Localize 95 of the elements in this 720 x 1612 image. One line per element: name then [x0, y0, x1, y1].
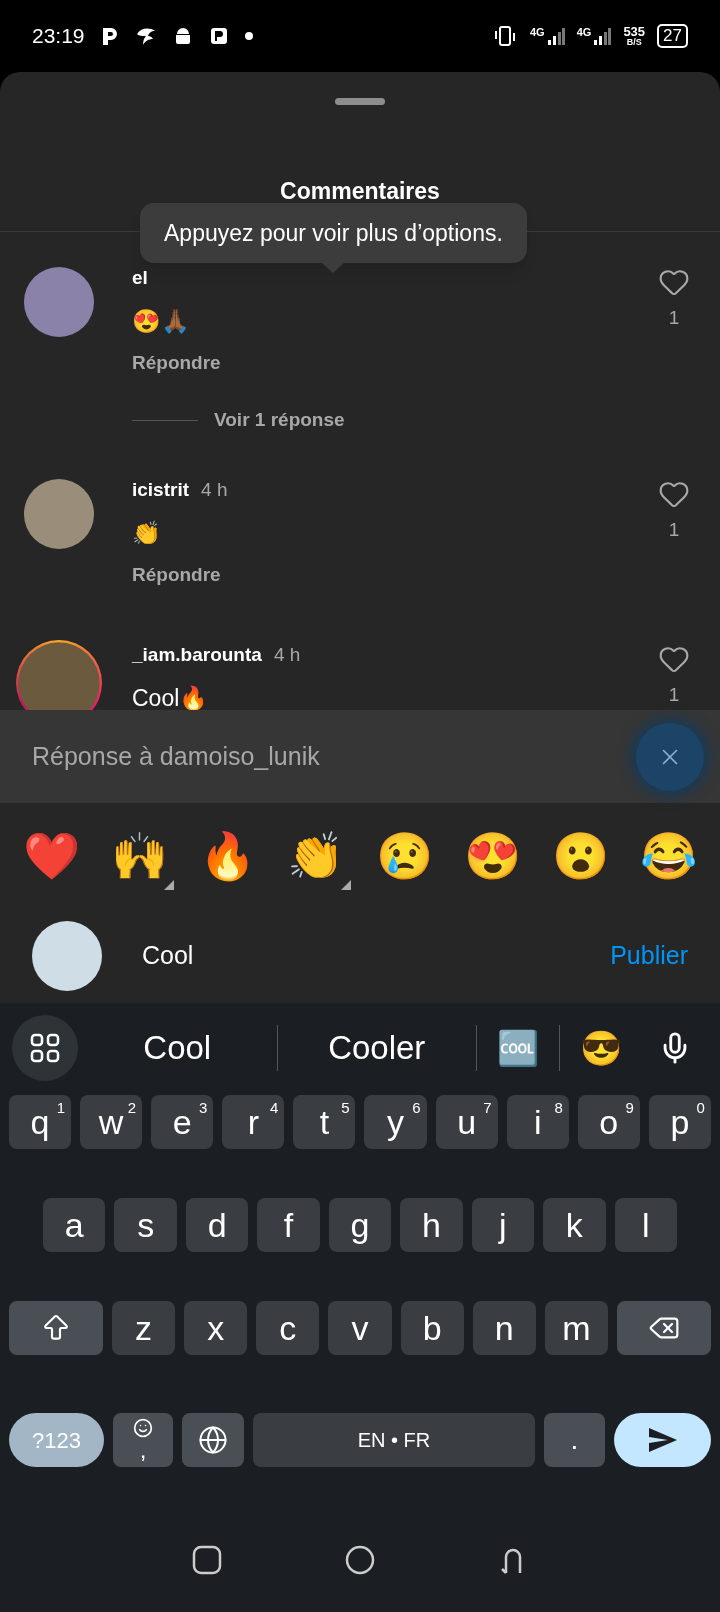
- suggestion[interactable]: Cooler: [277, 1023, 476, 1073]
- reply-banner-text: Réponse à damoiso_lunik: [32, 740, 321, 772]
- send-icon: [647, 1427, 678, 1453]
- key[interactable]: d: [185, 1198, 249, 1252]
- reaction-emoji[interactable]: 🔥: [192, 826, 263, 886]
- variants-corner-icon: [340, 880, 351, 890]
- key[interactable]: n: [472, 1301, 536, 1355]
- key[interactable]: z: [112, 1301, 176, 1355]
- bird-icon: [134, 26, 157, 46]
- signal-icon: [546, 27, 565, 45]
- key[interactable]: k: [543, 1198, 606, 1252]
- key-hint: 0: [696, 1098, 705, 1118]
- key[interactable]: i 8: [506, 1095, 569, 1149]
- publish-button[interactable]: Publier: [610, 937, 688, 975]
- key[interactable]: e 3: [151, 1095, 214, 1149]
- smiley-icon: [133, 1418, 153, 1438]
- like-count: 1: [668, 306, 680, 330]
- comment-text: 😍🙏🏾: [132, 307, 190, 336]
- key-hint: 7: [483, 1098, 492, 1118]
- like-count: 1: [668, 518, 680, 542]
- key-hint: 9: [625, 1098, 634, 1118]
- network-label: 4G: [530, 27, 545, 38]
- timestamp: 4 h: [273, 643, 301, 667]
- reaction-emoji[interactable]: ❤: [16, 826, 86, 886]
- reaction-emoji[interactable]: 👏: [280, 826, 351, 886]
- key[interactable]: a: [43, 1198, 106, 1252]
- network-label: 4G: [576, 27, 592, 38]
- grid-icon: [30, 1033, 60, 1063]
- speed-value: 535: [623, 25, 646, 38]
- reply-link[interactable]: Répondre: [132, 351, 221, 375]
- key-hint: 3: [198, 1098, 208, 1118]
- suggestion[interactable]: Cool: [78, 1023, 277, 1073]
- app-icon: [208, 26, 229, 46]
- key[interactable]: u 7: [435, 1095, 498, 1149]
- key[interactable]: f: [257, 1198, 320, 1252]
- key[interactable]: h: [400, 1198, 463, 1252]
- key[interactable]: r 4: [222, 1095, 285, 1149]
- tooltip: Appuyez pour voir plus d’options.: [140, 203, 527, 263]
- suggestion[interactable]: 😎: [560, 1022, 642, 1074]
- reaction-emoji[interactable]: 😢: [369, 826, 440, 886]
- key-hint: 6: [412, 1098, 421, 1118]
- backspace-key[interactable]: [617, 1301, 711, 1355]
- space-bar[interactable]: EN • FR: [253, 1413, 535, 1467]
- key[interactable]: y 6: [364, 1095, 427, 1149]
- period-key[interactable]: .: [544, 1413, 605, 1467]
- sheet-title: Commentaires: [280, 177, 440, 205]
- signal-icon: [593, 27, 612, 45]
- reaction-emoji[interactable]: 😮: [545, 826, 616, 886]
- reply-link[interactable]: Répondre: [132, 563, 221, 587]
- key-hint: 2: [127, 1098, 137, 1118]
- key-hint: 8: [554, 1098, 563, 1118]
- reaction-emoji[interactable]: 😍: [457, 826, 528, 886]
- clock: 23:19: [32, 23, 85, 50]
- key[interactable]: v: [328, 1301, 392, 1355]
- key[interactable]: q 1: [9, 1095, 72, 1149]
- key[interactable]: m: [544, 1301, 608, 1355]
- shift-key[interactable]: [9, 1301, 103, 1355]
- key[interactable]: x: [184, 1301, 248, 1355]
- dot-icon: [244, 32, 253, 40]
- globe-icon: [198, 1425, 228, 1455]
- key-hint: 1: [56, 1098, 66, 1118]
- key[interactable]: j: [471, 1198, 535, 1252]
- key-hint: 4: [270, 1098, 279, 1118]
- username: _iam.barounta: [132, 643, 262, 667]
- speed-unit: B/S: [626, 38, 642, 47]
- recents-button[interactable]: [191, 1544, 222, 1575]
- key[interactable]: b: [400, 1301, 464, 1355]
- view-replies-link[interactable]: Voir 1 réponse: [214, 408, 345, 432]
- battery-indicator: 27: [657, 24, 688, 48]
- key[interactable]: c: [256, 1301, 320, 1355]
- reaction-emoji[interactable]: 😂: [633, 826, 704, 886]
- drag-handle[interactable]: [335, 98, 385, 105]
- app-icon: [100, 26, 119, 46]
- key[interactable]: l: [614, 1198, 677, 1252]
- key-hint: 5: [341, 1098, 350, 1118]
- suggestion[interactable]: 🆒: [477, 1022, 559, 1074]
- variants-corner-icon: [164, 880, 175, 890]
- key[interactable]: g: [328, 1198, 392, 1252]
- like-count: 1: [668, 683, 680, 707]
- key[interactable]: s: [114, 1198, 177, 1252]
- vibrate-icon: [492, 25, 518, 47]
- home-button[interactable]: [345, 1544, 375, 1575]
- send-key[interactable]: [614, 1413, 711, 1467]
- language-key[interactable]: [182, 1413, 244, 1467]
- comment-text: 👏: [132, 519, 161, 548]
- reaction-emoji[interactable]: 🙌: [104, 826, 175, 886]
- username: icistrit: [132, 478, 190, 502]
- comment-input[interactable]: Cool: [142, 937, 611, 975]
- tooltip-pointer-icon: [321, 262, 346, 273]
- comma-key[interactable]: ,: [113, 1413, 173, 1467]
- key[interactable]: t 5: [293, 1095, 356, 1149]
- key[interactable]: o 9: [577, 1095, 640, 1149]
- key[interactable]: p 0: [648, 1095, 711, 1149]
- timestamp: 4 h: [201, 478, 228, 502]
- username: el: [132, 266, 148, 290]
